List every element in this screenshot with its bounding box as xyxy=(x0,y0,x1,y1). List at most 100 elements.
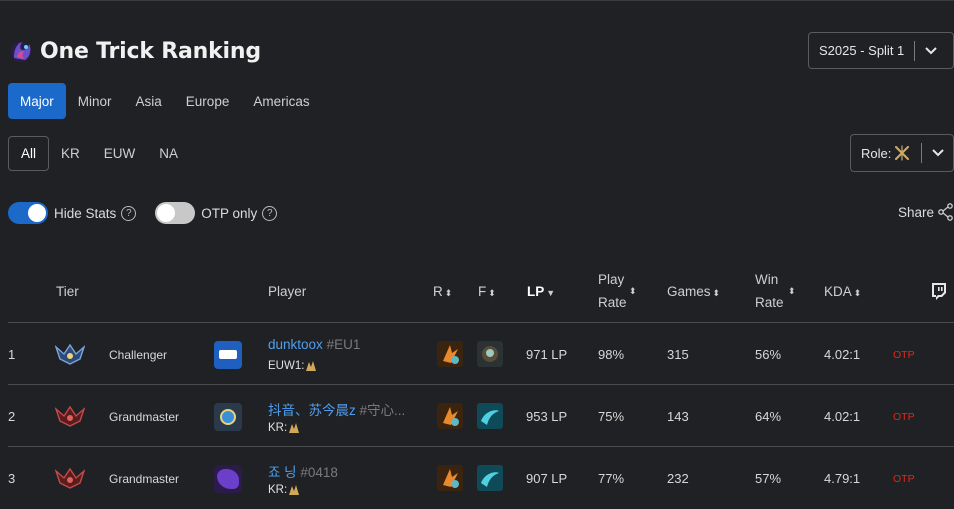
otp-badge: OTP xyxy=(893,473,915,485)
avatar xyxy=(214,403,242,431)
role-select-label: Role: xyxy=(861,145,892,161)
challenger-emblem-icon xyxy=(55,343,85,365)
region-tab-all[interactable]: All xyxy=(8,136,50,171)
header-f[interactable]: F ⬍ xyxy=(478,280,496,305)
win-rate-value: 56% xyxy=(755,347,782,362)
twitch-icon[interactable] xyxy=(930,282,948,300)
tier-name: Grandmaster xyxy=(109,410,180,424)
tab-minor[interactable]: Minor xyxy=(66,83,124,119)
role-select[interactable]: Role: xyxy=(850,134,954,172)
page-title: One Trick Ranking xyxy=(40,38,261,64)
chevron-down-icon xyxy=(922,149,953,157)
table-row[interactable]: 1 Challenger dunktoox #EU1 EUW1: 971 LP … xyxy=(0,323,954,385)
toggle-knob xyxy=(157,204,176,222)
tab-asia[interactable]: Asia xyxy=(124,83,174,119)
tab-major[interactable]: Major xyxy=(8,83,66,119)
sort-icon: ⬍ xyxy=(488,288,496,298)
league-tabs: Major Minor Asia Europe Americas xyxy=(8,83,322,119)
help-icon[interactable]: ? xyxy=(121,205,137,221)
grandmaster-emblem-icon xyxy=(55,405,85,427)
player-tag: #EU1 xyxy=(326,337,361,352)
all-roles-icon xyxy=(895,145,910,161)
share-icon xyxy=(938,203,953,221)
rank-crest-icon xyxy=(289,423,300,433)
avatar-emblem xyxy=(220,409,236,425)
summoner-spell-icon xyxy=(437,341,463,367)
header-play-rate-line2: Rate xyxy=(598,295,627,310)
tab-americas[interactable]: Americas xyxy=(241,83,321,119)
header-r-label: R xyxy=(433,284,443,299)
table-row[interactable]: 2 Grandmaster 抖音、苏今晨z #守心... KR: 953 LP … xyxy=(0,385,954,447)
player-region-text: KR: xyxy=(268,422,288,434)
player-name-text: dunktoox xyxy=(268,337,323,352)
top-border xyxy=(0,0,954,1)
player-region: KR: xyxy=(268,483,301,497)
lp-value: 953 LP xyxy=(526,409,568,424)
tier-name: Grandmaster xyxy=(109,472,180,486)
header-r[interactable]: R ⬍ xyxy=(433,280,452,305)
player-name[interactable]: 抖音、苏今晨z #守心... xyxy=(268,399,405,419)
header-play-rate-line1: Play xyxy=(598,272,625,287)
player-name-text: 抖音、苏今晨z xyxy=(268,403,356,418)
chevron-down-icon xyxy=(915,46,947,55)
page-header: One Trick Ranking xyxy=(8,36,261,66)
season-select-value: S2025 - Split 1 xyxy=(819,43,905,58)
header-win-rate[interactable]: Win Rate xyxy=(755,268,784,314)
header-tier: Tier xyxy=(56,284,79,299)
header-games[interactable]: Games ⬍ xyxy=(667,280,720,305)
sort-icon: ⬍ xyxy=(788,286,796,296)
header-player: Player xyxy=(268,284,307,299)
region-tab-na[interactable]: NA xyxy=(147,136,190,171)
games-value: 232 xyxy=(667,471,689,486)
region-tab-euw[interactable]: EUW xyxy=(92,136,148,171)
share-label: Share xyxy=(898,204,935,220)
sort-icon: ⬍ xyxy=(629,286,637,296)
tab-europe[interactable]: Europe xyxy=(174,83,242,119)
player-region: EUW1: xyxy=(268,359,318,373)
sort-icon: ⬍ xyxy=(444,288,453,298)
region-tab-kr[interactable]: KR xyxy=(49,136,92,171)
otp-badge: OTP xyxy=(893,411,915,423)
otp-badge: OTP xyxy=(893,349,915,361)
header-f-label: F xyxy=(478,284,487,299)
avatar xyxy=(214,341,242,369)
player-tag: #0418 xyxy=(300,465,338,480)
hide-stats-toggle[interactable] xyxy=(8,202,48,224)
otp-only-toggle[interactable] xyxy=(155,202,196,224)
kda-value: 4.02:1 xyxy=(824,347,861,362)
games-value: 143 xyxy=(667,409,689,424)
summoner-spell-icon xyxy=(477,465,503,491)
kda-value: 4.02:1 xyxy=(824,409,861,424)
header-win-rate-line2: Rate xyxy=(755,295,784,310)
play-rate-value: 75% xyxy=(598,409,625,424)
sort-desc-icon: ▼ xyxy=(546,288,556,298)
lpl-logo xyxy=(219,350,237,359)
player-name[interactable]: dunktoox #EU1 xyxy=(268,337,360,352)
header-play-rate[interactable]: Play Rate xyxy=(598,268,627,314)
lp-value: 971 LP xyxy=(526,347,568,362)
sort-icon: ⬍ xyxy=(853,288,862,298)
player-name-text: 죠 닝 xyxy=(268,465,297,480)
play-rate-value: 77% xyxy=(598,471,625,486)
player-region: KR: xyxy=(268,421,301,435)
toggle-knob xyxy=(28,204,46,222)
grandmaster-emblem-icon xyxy=(55,467,85,489)
otp-only-label: OTP only xyxy=(201,205,258,221)
player-region-text: KR: xyxy=(268,484,288,496)
share-button[interactable]: Share xyxy=(898,203,954,221)
player-name[interactable]: 죠 닝 #0418 xyxy=(268,461,338,481)
season-select[interactable]: S2025 - Split 1 xyxy=(808,32,954,69)
rank-crest-icon xyxy=(306,361,317,371)
kda-value: 4.79:1 xyxy=(824,471,861,486)
summoner-spell-icon xyxy=(477,341,503,367)
help-icon[interactable]: ? xyxy=(262,205,278,221)
hide-stats-label: Hide Stats xyxy=(54,205,117,221)
header-kda[interactable]: KDA ⬍ xyxy=(824,280,861,305)
summoner-spell-icon xyxy=(437,403,463,429)
player-tag: #守心... xyxy=(359,403,406,418)
sort-icon: ⬍ xyxy=(712,288,721,298)
header-games-label: Games xyxy=(667,284,711,299)
header-lp-label: LP xyxy=(527,284,545,299)
table-row[interactable]: 3 Grandmaster 죠 닝 #0418 KR: 907 LP 77% 2… xyxy=(0,447,954,509)
header-lp[interactable]: LP ▼ xyxy=(527,280,555,305)
